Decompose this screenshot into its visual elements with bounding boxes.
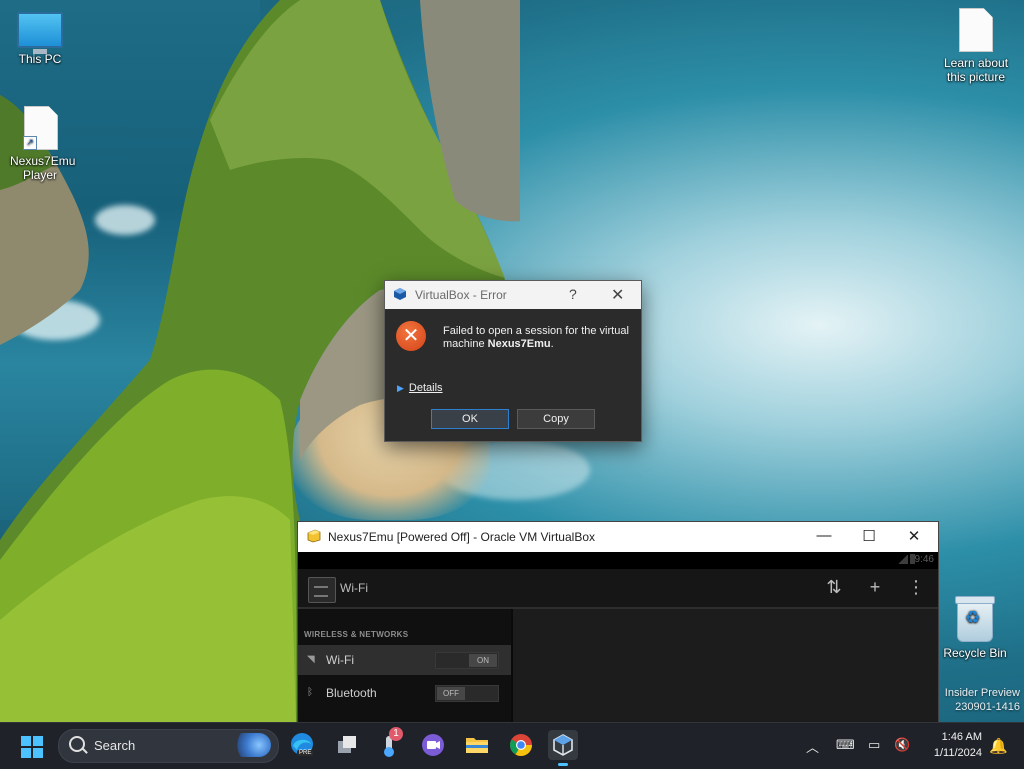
toggle-knob: OFF bbox=[437, 687, 465, 700]
taskbar-task-view[interactable] bbox=[332, 730, 362, 760]
network-icon[interactable]: ▭ bbox=[868, 737, 880, 753]
help-button[interactable]: ? bbox=[569, 286, 577, 302]
wps-icon[interactable]: ⇅ bbox=[823, 577, 845, 598]
monitor-icon bbox=[17, 12, 63, 54]
task-view-icon bbox=[338, 736, 356, 753]
settings-list: WIRELESS & NETWORKS ◥ Wi-Fi ON ᛒ Bluetoo… bbox=[298, 609, 511, 723]
show-hidden-icons-chevron-icon[interactable]: ︿ bbox=[806, 737, 819, 756]
insider-preview-watermark: Insider Preview 230901-1416 bbox=[945, 686, 1020, 714]
bluetooth-icon: ᛒ bbox=[307, 687, 313, 698]
taskbar: Search PRE 1 ︿ ⌨ ▭ 🔇 1:46 AM 1/11/2024 🔔 bbox=[0, 722, 1024, 769]
video-call-icon bbox=[422, 734, 444, 756]
overflow-menu-icon[interactable]: ⋮ bbox=[905, 577, 927, 598]
close-button[interactable]: ✕ bbox=[904, 527, 924, 545]
copy-button[interactable]: Copy bbox=[517, 409, 595, 429]
details-toggle[interactable]: ▶ Details bbox=[397, 382, 443, 394]
taskbar-edge-preview[interactable]: PRE bbox=[287, 730, 317, 760]
desktop-icon-learn-about-picture[interactable]: Learn about this picture bbox=[936, 8, 1016, 84]
dialog-titlebar[interactable]: VirtualBox - Error ? ✕ bbox=[385, 281, 641, 309]
taskbar-weather[interactable]: 1 bbox=[374, 727, 404, 760]
android-status-bar: 9:46 bbox=[298, 552, 938, 569]
bluetooth-toggle[interactable]: OFF bbox=[435, 685, 499, 702]
desktop-icon-label: This PC bbox=[18, 52, 62, 66]
recycle-bin-icon: ♻ bbox=[955, 596, 995, 642]
error-vm-name: Nexus7Emu bbox=[487, 338, 551, 350]
android-action-bar: Wi-Fi ⇅ + ⋮ bbox=[298, 569, 938, 609]
virtualbox-icon bbox=[553, 734, 573, 756]
search-icon bbox=[69, 736, 85, 752]
dialog-close-button[interactable]: ✕ bbox=[611, 285, 624, 305]
taskbar-clipchamp[interactable] bbox=[418, 730, 448, 760]
taskbar-chrome[interactable] bbox=[506, 730, 536, 760]
desktop-icon-label: Recycle Bin bbox=[943, 646, 1007, 660]
error-message-suffix: . bbox=[550, 338, 554, 350]
android-screen-title: Wi-Fi bbox=[340, 581, 368, 595]
signal-icon bbox=[898, 555, 908, 564]
watermark-line2: 230901-1416 bbox=[955, 701, 1020, 713]
virtualbox-error-dialog: VirtualBox - Error ? ✕ ✕ Failed to open … bbox=[384, 280, 642, 442]
expand-triangle-icon: ▶ bbox=[397, 383, 404, 393]
settings-row-label: Wi-Fi bbox=[326, 653, 354, 667]
settings-row-wifi[interactable]: ◥ Wi-Fi ON bbox=[298, 645, 511, 675]
desktop-icon-label: Learn about this picture bbox=[943, 56, 1009, 84]
section-header: WIRELESS & NETWORKS bbox=[304, 630, 409, 639]
error-message: Failed to open a session for the virtual… bbox=[443, 325, 633, 351]
toggle-knob: ON bbox=[469, 654, 497, 667]
dialog-title: VirtualBox - Error bbox=[415, 288, 507, 302]
shortcut-arrow-icon: ↗ bbox=[23, 136, 37, 150]
details-label: Details bbox=[408, 382, 443, 394]
desktop-icon-label: Nexus7Emu Player bbox=[10, 154, 76, 182]
settings-row-bluetooth[interactable]: ᛒ Bluetooth OFF bbox=[298, 678, 511, 708]
document-icon bbox=[959, 8, 993, 52]
notification-bell-icon[interactable]: 🔔 bbox=[989, 737, 1008, 755]
add-network-icon[interactable]: + bbox=[864, 577, 886, 598]
taskbar-virtualbox[interactable] bbox=[548, 730, 578, 766]
maximize-button[interactable]: ☐ bbox=[859, 527, 879, 545]
taskbar-clock[interactable]: 1:46 AM 1/11/2024 bbox=[912, 729, 982, 761]
search-highlight-image bbox=[231, 733, 271, 757]
vm-window: Nexus7Emu [Powered Off] - Oracle VM Virt… bbox=[297, 521, 939, 724]
notification-badge: 1 bbox=[389, 727, 403, 741]
ok-button[interactable]: OK bbox=[431, 409, 509, 429]
volume-muted-icon[interactable]: 🔇 bbox=[894, 737, 910, 753]
folder-icon bbox=[466, 738, 488, 753]
desktop-icon-recycle-bin[interactable]: ♻ Recycle Bin bbox=[935, 596, 1015, 660]
android-screen[interactable]: 9:46 Wi-Fi ⇅ + ⋮ WIRELESS & NETWORKS ◥ W… bbox=[298, 552, 938, 723]
start-button[interactable] bbox=[21, 736, 43, 758]
settings-app-icon[interactable] bbox=[308, 577, 336, 603]
chrome-icon bbox=[510, 734, 532, 756]
virtualbox-icon bbox=[394, 288, 406, 300]
search-label: Search bbox=[94, 738, 136, 753]
android-status-time: 9:46 bbox=[914, 554, 934, 565]
clock-date: 1/11/2024 bbox=[933, 747, 982, 759]
file-shortcut-icon: ↗ bbox=[23, 106, 58, 150]
taskbar-file-explorer[interactable] bbox=[462, 730, 492, 760]
settings-row-label: Bluetooth bbox=[326, 686, 377, 700]
settings-detail-pane bbox=[513, 609, 938, 723]
minimize-button[interactable]: — bbox=[814, 527, 834, 544]
edge-preview-badge: PRE bbox=[297, 750, 314, 756]
desktop-icon-nexus7emu-player[interactable]: ↗ Nexus7Emu Player bbox=[0, 106, 80, 182]
desktop-icon-this-pc[interactable]: This PC bbox=[0, 12, 80, 66]
watermark-line1: Insider Preview bbox=[944, 687, 1020, 699]
vm-window-title: Nexus7Emu [Powered Off] - Oracle VM Virt… bbox=[328, 530, 595, 544]
error-icon: ✕ bbox=[396, 321, 426, 351]
keyboard-icon[interactable]: ⌨ bbox=[836, 737, 855, 753]
wifi-toggle[interactable]: ON bbox=[435, 652, 499, 669]
clock-time: 1:46 AM bbox=[941, 731, 982, 743]
taskbar-search[interactable]: Search bbox=[58, 729, 279, 763]
wifi-icon: ◥ bbox=[307, 654, 315, 665]
vm-window-titlebar[interactable]: Nexus7Emu [Powered Off] - Oracle VM Virt… bbox=[298, 522, 938, 552]
vm-os-icon bbox=[307, 529, 321, 543]
